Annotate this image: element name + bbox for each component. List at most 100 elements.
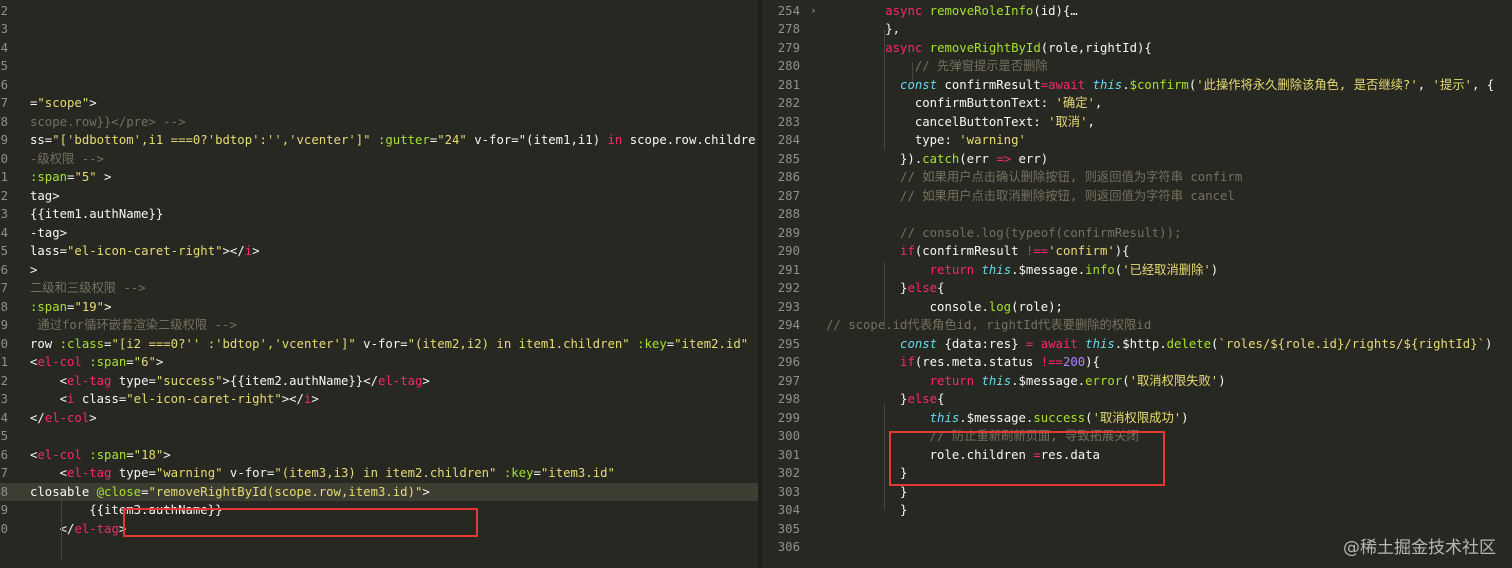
code-line[interactable]: 8:span="19">: [0, 298, 758, 317]
code-text[interactable]: </el-tag>: [30, 520, 127, 539]
code-line[interactable]: 6 >: [0, 261, 758, 280]
code-line[interactable]: 254 async removeRoleInfo(id){… ›: [762, 2, 1512, 21]
code-text[interactable]: // scope.id代表角色id, rightId代表要删除的权限id: [826, 316, 1151, 335]
code-line[interactable]: 1:span="5" >: [0, 168, 758, 187]
code-line[interactable]: 5: [0, 427, 758, 446]
code-text[interactable]: tag>: [30, 187, 60, 206]
code-line[interactable]: 297 return this.$message.error('取消权限失败'): [762, 372, 1512, 391]
code-line[interactable]: 286 // 如果用户点击确认删除按钮, 则返回值为字符串 confirm: [762, 168, 1512, 187]
code-line[interactable]: 294 // scope.id代表角色id, rightId代表要删除的权限id: [762, 316, 1512, 335]
code-line[interactable]: 296 if(res.meta.status !==200){: [762, 353, 1512, 372]
code-line[interactable]: 285 }).catch(err => err): [762, 150, 1512, 169]
fold-arrow-icon[interactable]: ›: [810, 2, 817, 21]
code-line[interactable]: 5: [0, 57, 758, 76]
code-line[interactable]: 290 if(confirmResult !=='confirm'){: [762, 242, 1512, 261]
code-text[interactable]: <el-tag type="warning" v-for="(item3,i3)…: [30, 464, 615, 483]
code-line[interactable]: 284 type: 'warning': [762, 131, 1512, 150]
code-line[interactable]: 292 }else{: [762, 279, 1512, 298]
code-line[interactable]: 2 tag>: [0, 187, 758, 206]
code-text[interactable]: :span="5" >: [30, 168, 111, 187]
code-line[interactable]: 3: [0, 20, 758, 39]
code-text[interactable]: this.$message.success('取消权限成功'): [826, 409, 1189, 428]
code-line[interactable]: 7 ="scope">: [0, 94, 758, 113]
code-text[interactable]: }: [826, 501, 907, 520]
code-text[interactable]: ss="['bdbottom',i1 ===0?'bdtop':'','vcen…: [30, 131, 756, 150]
line-number: 283: [777, 114, 800, 129]
code-line[interactable]: 8 closable @close="removeRightById(scope.…: [0, 482, 758, 502]
code-text[interactable]: }).catch(err => err): [826, 150, 1048, 169]
code-text[interactable]: -tag>: [30, 224, 67, 243]
code-line[interactable]: 2 <el-tag type="success">{{item2.authNam…: [0, 372, 758, 391]
code-line[interactable]: 9 通过for循环嵌套渲染二级权限 -->: [0, 316, 758, 335]
code-line[interactable]: 7 二级和三级权限 -->: [0, 279, 758, 298]
code-text[interactable]: row :class="[i2 ===0?'' :'bdtop','vcente…: [30, 335, 748, 354]
code-line[interactable]: 0 -级权限 -->: [0, 150, 758, 169]
code-text[interactable]: async removeRightById(role,rightId){: [826, 39, 1152, 58]
code-text[interactable]: {{item1.authName}}: [30, 205, 163, 224]
code-line[interactable]: 4 -tag>: [0, 224, 758, 243]
code-text[interactable]: -级权限 -->: [30, 150, 104, 169]
code-text[interactable]: closable @close="removeRightById(scope.r…: [30, 483, 430, 502]
code-text[interactable]: async removeRoleInfo(id){…: [826, 2, 1078, 21]
code-line[interactable]: 3 <i class="el-icon-caret-right"></i>: [0, 390, 758, 409]
code-text[interactable]: <i class="el-icon-caret-right"></i>: [30, 390, 319, 409]
left-editor-pane[interactable]: 1 2 3 4 5 6 7 ="scope"> 8 scope.row}}</pre> --> 9 s…: [0, 0, 758, 568]
code-line[interactable]: 299 this.$message.success('取消权限成功'): [762, 409, 1512, 428]
code-line[interactable]: 282 confirmButtonText: '确定',: [762, 94, 1512, 113]
code-line[interactable]: 8 scope.row}}</pre> -->: [0, 113, 758, 132]
code-text[interactable]: ="scope">: [30, 94, 97, 113]
code-line[interactable]: 5 lass="el-icon-caret-right"></i>: [0, 242, 758, 261]
code-text[interactable]: type: 'warning': [826, 131, 1026, 150]
code-line[interactable]: 9 ss="['bdbottom',i1 ===0?'bdtop':'','vce…: [0, 131, 758, 150]
code-text[interactable]: confirmButtonText: '确定',: [826, 94, 1103, 113]
code-text[interactable]: return this.$message.error('取消权限失败'): [826, 372, 1226, 391]
code-line[interactable]: 287 // 如果用户点击取消删除按钮, 则返回值为字符串 cancel: [762, 187, 1512, 206]
code-line[interactable]: 295 const {data:res} = await this.$http.…: [762, 335, 1512, 354]
code-line[interactable]: 7 <el-tag type="warning" v-for="(item3,i…: [0, 464, 758, 483]
code-text[interactable]: // 如果用户点击取消删除按钮, 则返回值为字符串 cancel: [826, 187, 1235, 206]
code-text[interactable]: // 如果用户点击确认删除按钮, 则返回值为字符串 confirm: [826, 168, 1242, 187]
code-text[interactable]: }else{: [826, 279, 944, 298]
code-line[interactable]: 304 }: [762, 501, 1512, 520]
code-line[interactable]: 279 async removeRightById(role,rightId){: [762, 39, 1512, 58]
code-text[interactable]: </el-col>: [30, 409, 97, 428]
code-text[interactable]: 二级和三级权限 -->: [30, 279, 146, 298]
code-line[interactable]: 4: [0, 39, 758, 58]
code-text[interactable]: <el-col :span="6">: [30, 353, 163, 372]
code-text[interactable]: // 先弹窗提示是否删除: [826, 57, 1048, 76]
code-text[interactable]: lass="el-icon-caret-right"></i>: [30, 242, 260, 261]
code-line[interactable]: 293 console.log(role);: [762, 298, 1512, 317]
code-text[interactable]: if(res.meta.status !==200){: [826, 353, 1100, 372]
code-text[interactable]: },: [826, 20, 900, 39]
code-text[interactable]: }else{: [826, 390, 944, 409]
code-line[interactable]: 278 },: [762, 20, 1512, 39]
code-line[interactable]: 289 // console.log(typeof(confirmResult)…: [762, 224, 1512, 243]
code-text[interactable]: >: [30, 261, 37, 280]
line-number: 279: [777, 40, 800, 55]
code-line[interactable]: 2: [0, 2, 758, 21]
code-text[interactable]: <el-col :span="18">: [30, 446, 171, 465]
code-line[interactable]: 291 return this.$message.info('已经取消删除'): [762, 261, 1512, 280]
code-text[interactable]: const confirmResult=await this.$confirm(…: [826, 76, 1494, 95]
code-line[interactable]: 4 </el-col>: [0, 409, 758, 428]
code-text[interactable]: cancelButtonText: '取消',: [826, 113, 1095, 132]
code-line[interactable]: 3 {{item1.authName}}: [0, 205, 758, 224]
code-text[interactable]: if(confirmResult !=='confirm'){: [826, 242, 1130, 261]
code-line[interactable]: 1 <el-col :span="6">: [0, 353, 758, 372]
code-text[interactable]: const {data:res} = await this.$http.dele…: [826, 335, 1492, 354]
code-line[interactable]: 283 cancelButtonText: '取消',: [762, 113, 1512, 132]
code-line[interactable]: 280 // 先弹窗提示是否删除: [762, 57, 1512, 76]
code-text[interactable]: <el-tag type="success">{{item2.authName}…: [30, 372, 430, 391]
code-text[interactable]: console.log(role);: [826, 298, 1063, 317]
code-line[interactable]: 0 row :class="[i2 ===0?'' :'bdtop','vcent…: [0, 335, 758, 354]
code-line[interactable]: 298 }else{: [762, 390, 1512, 409]
code-text[interactable]: 通过for循环嵌套渲染二级权限 -->: [30, 316, 236, 335]
code-text[interactable]: :span="19">: [30, 298, 111, 317]
code-line[interactable]: 288: [762, 205, 1512, 224]
line-number: 5: [0, 59, 8, 73]
code-line[interactable]: 6 <el-col :span="18">: [0, 446, 758, 465]
code-text[interactable]: scope.row}}</pre> -->: [30, 113, 185, 132]
code-line[interactable]: 281 const confirmResult=await this.$conf…: [762, 76, 1512, 95]
code-text[interactable]: // console.log(typeof(confirmResult));: [826, 224, 1181, 243]
code-line[interactable]: 6: [0, 76, 758, 95]
